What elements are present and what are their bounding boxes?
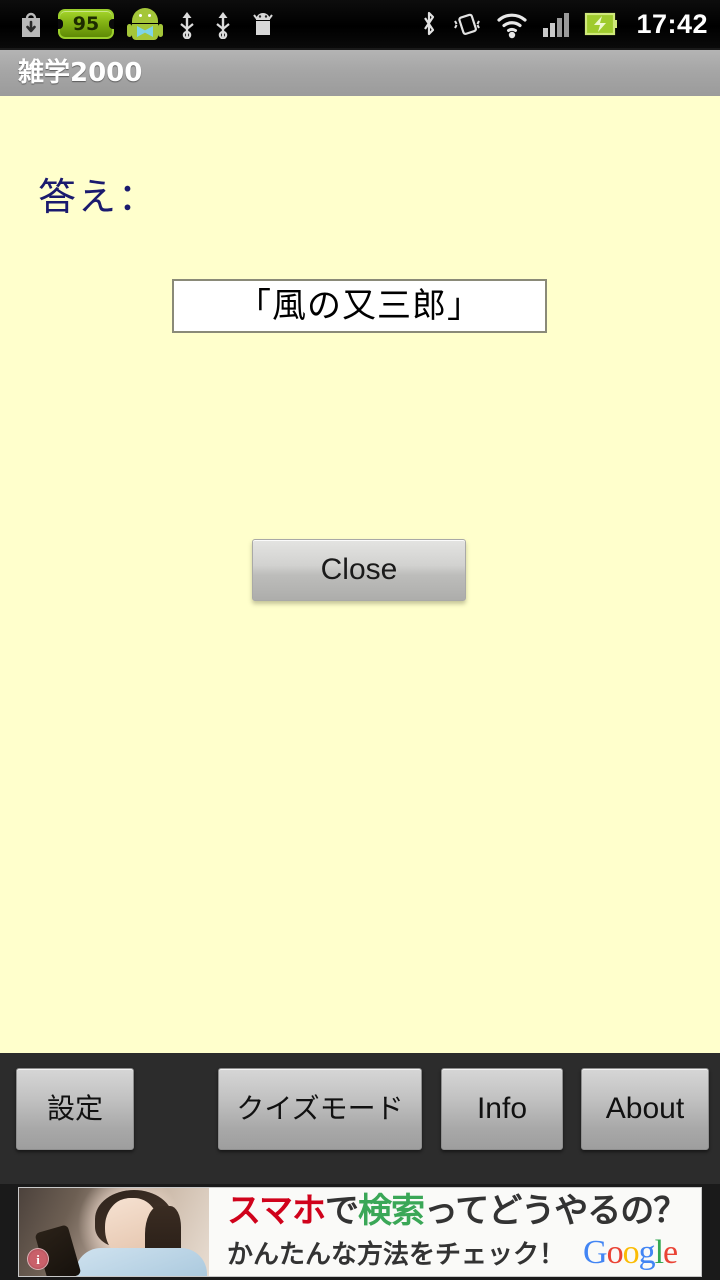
google-logo-e: e [663,1233,678,1271]
battery-charging-icon [585,12,618,36]
usb-icon [216,12,230,39]
settings-button-label: 設定 [46,1092,103,1125]
phone-screen: 95 17:42 雑学2000 答え： 「風の又三郎」 Close 設定 クイズ… [0,0,720,1280]
google-logo: Google [583,1233,678,1271]
android-mascot-icon [127,8,163,40]
quiz-mode-button[interactable]: クイズモード [218,1068,422,1150]
ad-headline-part1: スマホ [227,1191,326,1232]
quiz-mode-button-label: クイズモード [236,1092,404,1125]
settings-button[interactable]: 設定 [16,1068,134,1150]
battery-percent-text: 95 [72,12,100,35]
ad-text: スマホで検索ってどうやるの？ かんたんな方法をチェック！ Google [209,1188,701,1276]
android-debug-icon [253,13,273,35]
google-logo-l: l [654,1233,665,1271]
ad-headline-part4: ってどうやるの？ [423,1191,687,1232]
google-logo-o2: o [622,1233,640,1271]
app-title: 雑学2000 [18,58,143,88]
adchoices-icon[interactable]: i [27,1248,49,1270]
ad-subline-row: かんたんな方法をチェック！ Google [227,1233,701,1271]
download-icon [22,12,40,37]
about-button-label: About [605,1092,685,1125]
info-button-label: Info [476,1092,528,1125]
status-bar: 95 17:42 [0,0,720,48]
ad-headline: スマホで検索ってどうやるの？ [227,1191,701,1232]
wifi-icon [497,13,528,39]
status-bar-clock: 17:42 [636,8,708,39]
main-content: 答え： 「風の又三郎」 Close [0,96,720,1053]
ad-photo: i [19,1188,209,1276]
answer-text: 「風の又三郎」 [237,286,482,326]
status-bar-right-icons: 17:42 [420,9,708,39]
answer-box: 「風の又三郎」 [172,279,547,333]
google-logo-o1: o [606,1233,624,1271]
ad-headline-part2: で [324,1191,359,1232]
ad-headline-part3: 検索 [357,1191,425,1232]
close-button[interactable]: Close [252,539,466,601]
info-button[interactable]: Info [441,1068,563,1150]
ad-subline: かんたんな方法をチェック！ [227,1239,566,1270]
battery-95-badge: 95 [58,9,114,39]
google-logo-g: G [583,1233,608,1271]
ad-banner-inner[interactable]: i スマホで検索ってどうやるの？ かんたんな方法をチェック！ Google [18,1187,702,1277]
ad-banner[interactable]: i スマホで検索ってどうやるの？ かんたんな方法をチェック！ Google [0,1184,720,1280]
usb-icon [180,12,194,39]
vibrate-icon [454,13,481,35]
google-logo-g2: g [638,1233,656,1271]
answer-label: 答え： [38,175,159,219]
bluetooth-icon [424,11,435,36]
adchoices-label: i [36,1251,40,1267]
close-button-label: Close [320,553,398,586]
title-bar: 雑学2000 [0,48,720,96]
signal-icon [543,13,570,37]
status-bar-left-icons: 95 [18,8,420,40]
about-button[interactable]: About [581,1068,709,1150]
